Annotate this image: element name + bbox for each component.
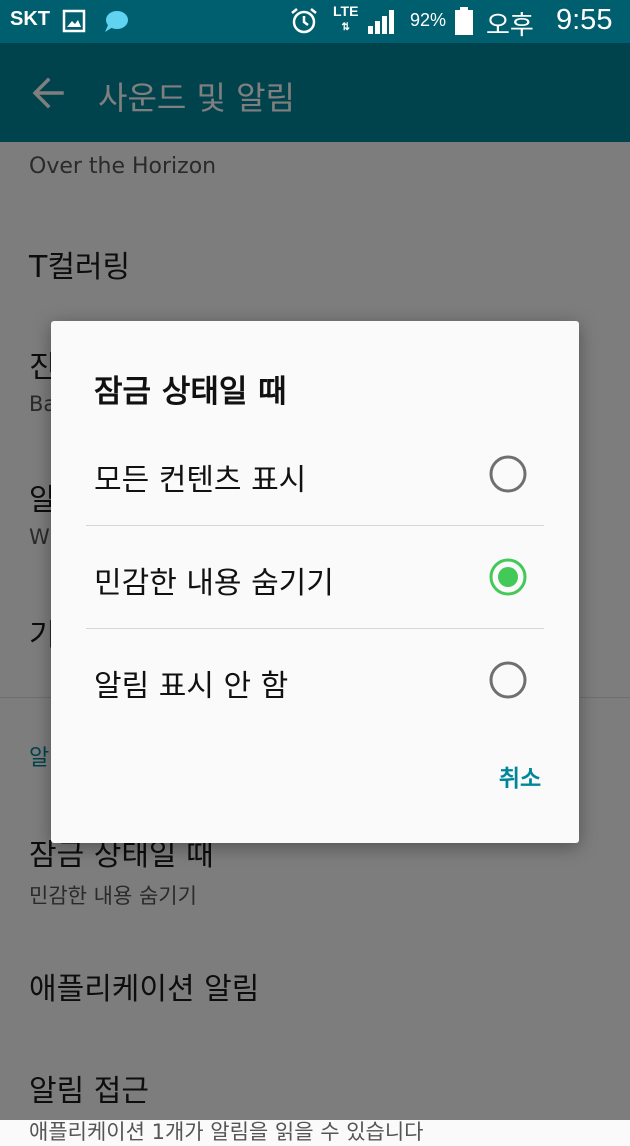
- radio-unselected-icon[interactable]: [488, 454, 528, 494]
- radio-unselected-icon[interactable]: [488, 660, 528, 700]
- lock-screen-dialog: 잠금 상태일 때 모든 컨텐츠 표시 민감한 내용 숨기기 알림 표시 안 함 …: [51, 321, 579, 843]
- settings-item-summary: 애플리케이션 1개가 알림을 읽을 수 있습니다: [29, 1120, 424, 1144]
- option-label: 알림 표시 안 함: [94, 669, 289, 704]
- chat-notification-icon: [103, 9, 129, 37]
- status-bar: SKT LTE ⇅ 92% 오후 9:55: [0, 0, 630, 43]
- option-label: 민감한 내용 숨기기: [94, 566, 334, 601]
- radio-selected-icon[interactable]: [488, 557, 528, 597]
- battery-icon: [455, 7, 473, 39]
- option-label: 모든 컨텐츠 표시: [94, 463, 307, 498]
- carrier-label: SKT: [10, 8, 50, 30]
- alarm-icon: [289, 6, 319, 40]
- signal-strength-icon: [366, 8, 398, 40]
- ampm-label: 오후: [486, 11, 534, 41]
- image-notification-icon: [62, 9, 86, 37]
- option-hide-notifications[interactable]: 알림 표시 안 함: [86, 629, 544, 731]
- option-hide-sensitive[interactable]: 민감한 내용 숨기기: [86, 526, 544, 628]
- clock: 9:55: [556, 4, 613, 36]
- cancel-button[interactable]: 취소: [478, 755, 562, 803]
- dialog-title: 잠금 상태일 때: [94, 374, 287, 410]
- lte-indicator: LTE ⇅: [333, 3, 359, 33]
- battery-percent: 92%: [410, 10, 447, 30]
- option-show-all-content[interactable]: 모든 컨텐츠 표시: [86, 423, 544, 525]
